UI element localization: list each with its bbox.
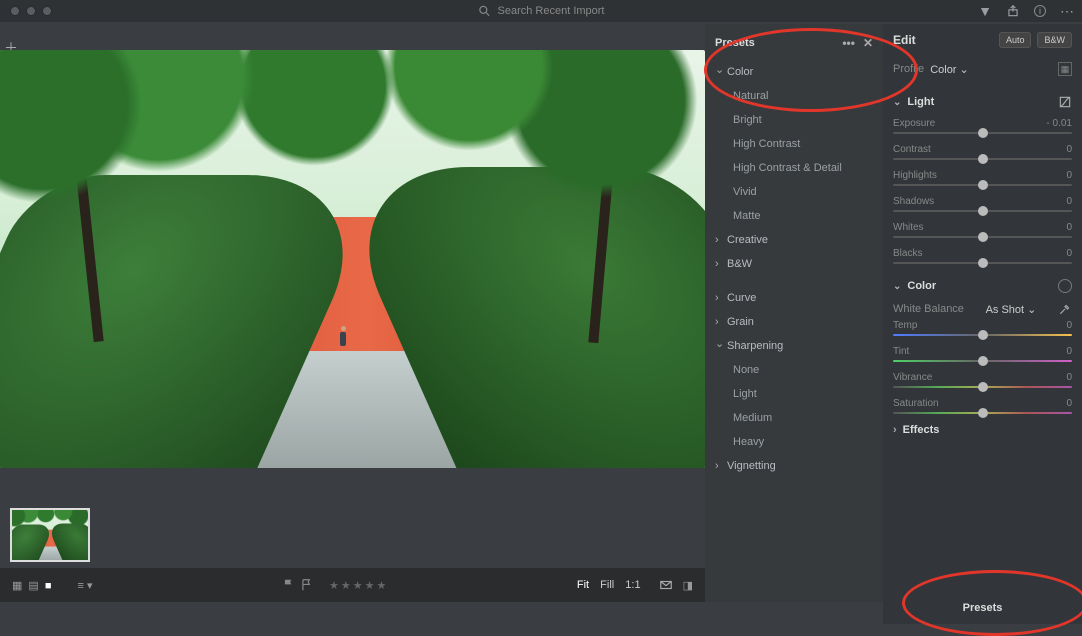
preset-group-color[interactable]: Color	[705, 60, 883, 84]
flag-icons[interactable]	[282, 578, 314, 592]
slider-temp[interactable]: Temp 0	[893, 320, 1072, 336]
presets-button[interactable]: Presets	[883, 596, 1082, 620]
slider-label: Temp	[893, 320, 917, 331]
zoom-controls[interactable]: Fit Fill 1:1	[577, 579, 649, 591]
filmstrip-thumbnail[interactable]	[10, 508, 90, 562]
edit-title: Edit	[893, 33, 916, 47]
slider-label: Shadows	[893, 196, 934, 207]
presets-title: Presets	[715, 37, 755, 49]
profile-value[interactable]: Color ⌄	[930, 63, 969, 76]
wb-value[interactable]: As Shot ⌄	[986, 303, 1037, 316]
preset-sharp-light[interactable]: Light	[705, 382, 883, 406]
edit-panel: Edit Auto B&W Profile Color ⌄ ▦ Light Ex…	[883, 24, 1082, 624]
view-modes[interactable]: ▦▤■	[12, 579, 57, 592]
topbar-actions: ▼ i ⋯	[978, 0, 1074, 22]
slider-tint[interactable]: Tint 0	[893, 346, 1072, 362]
slider-exposure[interactable]: Exposure - 0.01	[893, 118, 1072, 134]
slider-label: Contrast	[893, 144, 931, 155]
slider-label: Whites	[893, 222, 924, 233]
preset-vivid[interactable]: Vivid	[705, 180, 883, 204]
preset-sharp-medium[interactable]: Medium	[705, 406, 883, 430]
share-icon[interactable]	[1006, 4, 1020, 18]
preset-group-curve[interactable]: Curve	[705, 286, 883, 310]
light-section-header[interactable]: Light	[893, 96, 934, 108]
rating-stars[interactable]: ★★★★★	[328, 579, 387, 592]
preset-group-bw[interactable]: B&W	[705, 252, 883, 276]
slider-contrast[interactable]: Contrast 0	[893, 144, 1072, 160]
color-mixer-icon[interactable]	[1058, 279, 1072, 293]
preset-group-creative[interactable]: Creative	[705, 228, 883, 252]
preset-matte[interactable]: Matte	[705, 204, 883, 228]
preset-group-vignetting[interactable]: Vignetting	[705, 454, 883, 478]
canvas-area: ▦▤■ ≡ ▾ ★★★★★ Fit Fill 1:1 ◨	[0, 0, 705, 600]
wb-label: White Balance	[893, 303, 964, 315]
slider-value: 0	[1066, 248, 1072, 259]
slider-label: Saturation	[893, 398, 939, 409]
profile-grid-icon[interactable]: ▦	[1058, 62, 1072, 76]
slider-value: 0	[1066, 222, 1072, 233]
auto-button[interactable]: Auto	[999, 32, 1032, 48]
preset-high-contrast-detail[interactable]: High Contrast & Detail	[705, 156, 883, 180]
color-section-header[interactable]: Color	[893, 280, 936, 292]
photo-preview[interactable]	[0, 50, 705, 468]
slider-label: Blacks	[893, 248, 922, 259]
presets-more-icon[interactable]: •••	[842, 36, 855, 50]
sort-icon[interactable]: ≡ ▾	[77, 579, 92, 592]
slider-label: Exposure	[893, 118, 935, 129]
slider-value: 0	[1066, 144, 1072, 155]
bw-button[interactable]: B&W	[1037, 32, 1072, 48]
slider-shadows[interactable]: Shadows 0	[893, 196, 1072, 212]
slider-whites[interactable]: Whites 0	[893, 222, 1072, 238]
slider-value: 0	[1066, 398, 1072, 409]
slider-vibrance[interactable]: Vibrance 0	[893, 372, 1072, 388]
presets-close-icon[interactable]: ✕	[863, 36, 873, 50]
slider-value: 0	[1066, 346, 1072, 357]
slider-blacks[interactable]: Blacks 0	[893, 248, 1072, 264]
filter-icon[interactable]: ▼	[978, 3, 992, 19]
minimize-window[interactable]	[26, 6, 36, 16]
slider-label: Vibrance	[893, 372, 932, 383]
slider-value: - 0.01	[1046, 118, 1072, 129]
window-controls	[10, 6, 52, 16]
slider-value: 0	[1066, 196, 1072, 207]
slider-label: Tint	[893, 346, 909, 357]
preset-sharp-heavy[interactable]: Heavy	[705, 430, 883, 454]
curve-icon[interactable]	[1058, 95, 1072, 109]
maximize-window[interactable]	[42, 6, 52, 16]
info-icon[interactable]: i	[1034, 5, 1046, 17]
bottom-bar: ▦▤■ ≡ ▾ ★★★★★ Fit Fill 1:1 ◨	[0, 568, 705, 602]
slider-value: 0	[1066, 372, 1072, 383]
profile-label: Profile	[893, 63, 924, 75]
preset-group-grain[interactable]: Grain	[705, 310, 883, 334]
slider-highlights[interactable]: Highlights 0	[893, 170, 1072, 186]
effects-section-header[interactable]: Effects	[893, 424, 1072, 436]
panel-toggle-icon[interactable]: ◨	[683, 579, 693, 592]
eyedropper-icon[interactable]	[1058, 302, 1072, 316]
slider-label: Highlights	[893, 170, 937, 181]
slider-value: 0	[1066, 170, 1072, 181]
preset-natural[interactable]: Natural	[705, 84, 883, 108]
slider-saturation[interactable]: Saturation 0	[893, 398, 1072, 414]
ellipsis-icon[interactable]: ⋯	[1060, 3, 1074, 20]
preset-high-contrast[interactable]: High Contrast	[705, 132, 883, 156]
presets-panel: Presets ••• ✕ Color Natural Bright High …	[705, 24, 883, 602]
close-window[interactable]	[10, 6, 20, 16]
slider-value: 0	[1066, 320, 1072, 331]
preset-sharp-none[interactable]: None	[705, 358, 883, 382]
preset-bright[interactable]: Bright	[705, 108, 883, 132]
mail-icon[interactable]	[659, 578, 673, 592]
preset-group-sharpening[interactable]: Sharpening	[705, 334, 883, 358]
